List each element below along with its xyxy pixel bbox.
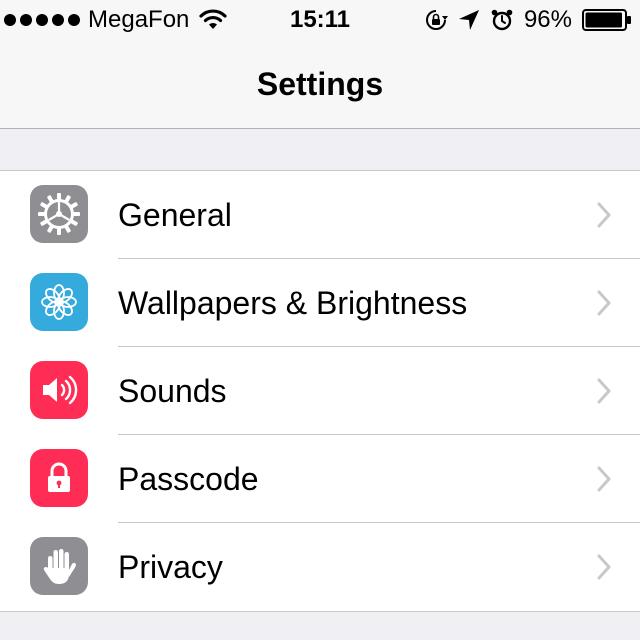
status-bar: MegaFon 15:11 96% (0, 0, 640, 40)
settings-row-general[interactable]: General (0, 171, 640, 259)
page-title: Settings (256, 66, 384, 102)
alarm-icon (491, 9, 513, 31)
settings-row-passcode[interactable]: Passcode (0, 435, 640, 523)
chevron-right-icon (597, 554, 611, 580)
settings-row-wallpapers-brightness[interactable]: Wallpapers & Brightness (0, 259, 640, 347)
navigation-bar: Settings (0, 40, 640, 129)
flower-icon (30, 273, 88, 331)
battery-icon (582, 9, 631, 31)
chevron-right-icon (597, 290, 611, 316)
location-arrow-icon (458, 10, 479, 30)
chevron-right-icon (597, 466, 611, 492)
settings-row-label: Wallpapers & Brightness (118, 285, 468, 321)
chevron-right-icon (597, 202, 611, 228)
settings-row-privacy[interactable]: Privacy (0, 523, 640, 611)
settings-row-label: General (118, 197, 232, 233)
hand-icon (30, 537, 88, 595)
chevron-right-icon (597, 378, 611, 404)
orientation-lock-icon (425, 10, 448, 30)
settings-row-label: Privacy (118, 549, 223, 585)
settings-row-sounds[interactable]: Sounds (0, 347, 640, 435)
settings-row-label: Passcode (118, 461, 259, 497)
lock-icon (30, 449, 88, 507)
speaker-icon (30, 361, 88, 419)
settings-row-label: Sounds (118, 373, 227, 409)
settings-list: General Wallpapers & Brightness Sounds P… (0, 170, 640, 612)
battery-percentage: 96% (523, 6, 572, 33)
gear-icon (30, 185, 88, 243)
